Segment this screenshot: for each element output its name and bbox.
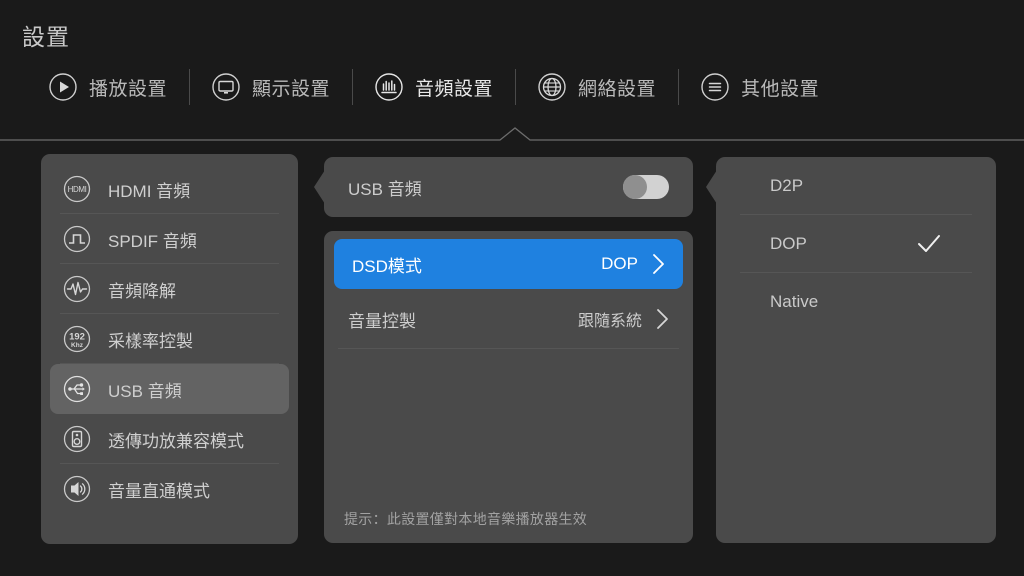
- audio-settings-sidebar: HDMI HDMI 音頻 SPDIF 音頻 音頻降解 192Khz 采樣率控製: [41, 154, 298, 544]
- volume-control-label: 音量控製: [348, 311, 416, 331]
- usb-audio-row[interactable]: USB 音頻: [324, 157, 693, 217]
- sidebar-item-label: HDMI 音頻: [108, 181, 191, 201]
- tab-audio[interactable]: 音頻設置: [352, 58, 517, 116]
- sidebar-item-label: 音量直通模式: [108, 481, 210, 501]
- dsd-mode-label: DSD模式: [352, 256, 422, 276]
- sound-waves-icon: [62, 474, 92, 504]
- page-title: 設置: [22, 24, 70, 50]
- dsd-mode-row[interactable]: DSD模式 DOP: [334, 239, 683, 289]
- sidebar-item-label: USB 音頻: [108, 381, 182, 401]
- usb-audio-toggle-panel: USB 音頻: [314, 157, 693, 217]
- tab-display[interactable]: 顯示設置: [189, 58, 354, 116]
- waveform-icon: [62, 274, 92, 304]
- tab-playback[interactable]: 播放設置: [26, 58, 191, 116]
- play-circle-icon: [48, 72, 78, 102]
- tab-label: 顯示設置: [252, 78, 331, 100]
- tab-label: 音頻設置: [415, 78, 494, 100]
- dsd-option-dop[interactable]: DOP: [716, 215, 996, 273]
- sidebar-item-label: 透傳功放兼容模式: [108, 431, 244, 451]
- tab-underline-divider: [0, 126, 1024, 144]
- dsd-option-label: DOP: [770, 234, 807, 253]
- audio-wave-circle-icon: [374, 72, 404, 102]
- globe-icon: [537, 72, 567, 102]
- monitor-icon: [211, 72, 241, 102]
- sidebar-item-label: 音頻降解: [108, 281, 176, 301]
- volume-control-value-group: 跟隨系統: [578, 307, 669, 331]
- dsd-option-label: Native: [770, 292, 819, 311]
- check-placeholder: [916, 173, 942, 199]
- tab-label: 播放設置: [89, 78, 168, 100]
- sidebar-item-label: 采樣率控製: [108, 331, 193, 351]
- usb-audio-options-panel: DSD模式 DOP 音量控製 跟隨系統 提示：此設置僅對本地音樂播放器生效: [324, 231, 693, 543]
- sidebar-item-spdif-audio[interactable]: SPDIF 音頻: [50, 214, 289, 264]
- usb-audio-label: USB 音頻: [348, 179, 422, 199]
- sidebar-item-volume-passthrough-mode[interactable]: 音量直通模式: [50, 464, 289, 514]
- tab-label: 其他設置: [741, 78, 820, 100]
- menu-list-circle-icon: [700, 72, 730, 102]
- chevron-right-icon: [656, 308, 669, 330]
- check-placeholder: [916, 289, 942, 315]
- svg-text:Khz: Khz: [71, 342, 84, 349]
- usb-audio-toggle[interactable]: [623, 175, 669, 199]
- sidebar-item-audio-downmix[interactable]: 音頻降解: [50, 264, 289, 314]
- sidebar-item-hdmi-audio[interactable]: HDMI HDMI 音頻: [50, 164, 289, 214]
- tab-bar: 播放設置 顯示設置 音頻設置 網絡設置 其他設置: [0, 58, 1024, 116]
- toggle-knob: [623, 175, 647, 199]
- chevron-right-icon: [652, 253, 665, 275]
- speaker-icon: [62, 424, 92, 454]
- list-divider: [338, 348, 679, 349]
- tab-label: 網絡設置: [578, 78, 657, 100]
- sidebar-item-usb-audio[interactable]: USB 音頻: [50, 364, 289, 414]
- tab-network[interactable]: 網絡設置: [515, 58, 680, 116]
- hint-text: 提示：此設置僅對本地音樂播放器生效: [344, 511, 588, 527]
- sidebar-item-passthrough-amp-mode[interactable]: 透傳功放兼容模式: [50, 414, 289, 464]
- sidebar-item-label: SPDIF 音頻: [108, 231, 197, 251]
- dsd-option-label: D2P: [770, 176, 804, 195]
- check-icon: [916, 231, 942, 257]
- svg-text:HDMI: HDMI: [68, 185, 87, 194]
- usb-icon: [62, 374, 92, 404]
- volume-control-value: 跟隨系統: [577, 313, 642, 330]
- dsd-mode-value-group: DOP: [601, 253, 665, 275]
- dsd-option-native[interactable]: Native: [716, 273, 996, 331]
- dsd-mode-value: DOP: [601, 254, 638, 273]
- svg-text:192: 192: [69, 332, 85, 343]
- settings-screen: 設置 播放設置 顯示設置 音頻設置 網絡設置 其他設置 HDMI HDMI 音頻…: [0, 0, 1024, 576]
- hdmi-icon: HDMI: [62, 174, 92, 204]
- dsd-mode-options-panel: D2P DOP Native: [706, 157, 996, 543]
- 192khz-icon: 192 Khz: [62, 324, 92, 354]
- dsd-option-d2p[interactable]: D2P: [716, 157, 996, 215]
- volume-control-row[interactable]: 音量控製 跟隨系統: [324, 289, 693, 349]
- sidebar-item-sample-rate-control[interactable]: 192 Khz 采樣率控製: [50, 314, 289, 364]
- square-wave-icon: [62, 224, 92, 254]
- tab-other[interactable]: 其他設置: [678, 58, 841, 116]
